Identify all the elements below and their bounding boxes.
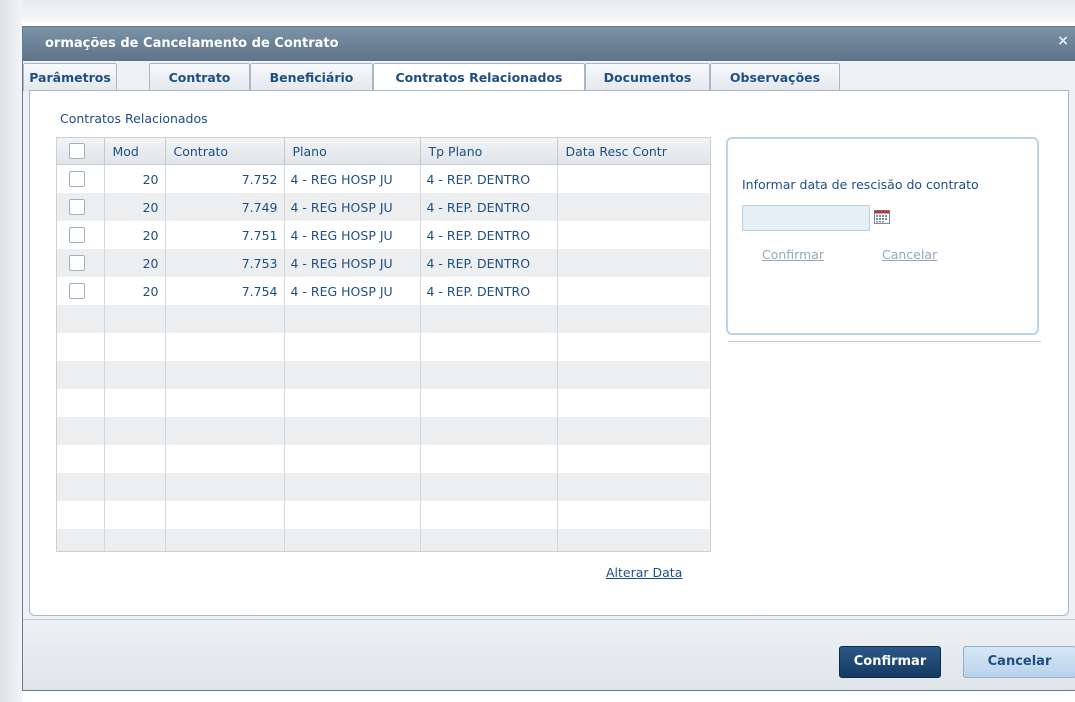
close-icon[interactable]: × xyxy=(1057,33,1069,49)
alterar-data-link[interactable]: Alterar Data xyxy=(606,565,682,580)
rescisao-confirm-link[interactable]: Confirmar xyxy=(762,247,824,262)
cell-mod: 20 xyxy=(104,164,166,193)
cell-tp-plano: 4 - REP. DENTRO xyxy=(420,221,558,249)
cell-mod: 20 xyxy=(104,193,166,221)
cancel-button[interactable]: Cancelar xyxy=(963,646,1075,678)
empty-row xyxy=(57,529,710,551)
cell-contrato: 7.751 xyxy=(165,221,285,249)
background-top xyxy=(0,0,1075,22)
cell-plano: 4 - REG HOSP JU xyxy=(284,164,421,193)
column-header-mod[interactable]: Mod xyxy=(104,138,166,165)
window-title: ormações de Cancelamento de Contrato xyxy=(45,36,339,51)
cell-tp-plano: 4 - REP. DENTRO xyxy=(420,277,558,305)
section-title: Contratos Relacionados xyxy=(60,111,208,126)
confirm-button[interactable]: Confirmar xyxy=(839,646,941,678)
cell-mod: 20 xyxy=(104,249,166,277)
cell-mod: 20 xyxy=(104,277,166,305)
cell-data-resc xyxy=(557,277,710,305)
tab-documentos[interactable]: Documentos xyxy=(585,63,710,91)
dialog-window: ormações de Cancelamento de Contrato × P… xyxy=(22,26,1075,691)
empty-row xyxy=(57,501,710,529)
rescisao-date-input[interactable] xyxy=(742,205,870,231)
cell-plano: 4 - REG HOSP JU xyxy=(284,221,421,249)
cell-plano: 4 - REG HOSP JU xyxy=(284,249,421,277)
column-header-data-resc[interactable]: Data Resc Contr xyxy=(557,138,710,165)
table-row[interactable]: 20 7.753 4 - REG HOSP JU 4 - REP. DENTRO xyxy=(57,249,710,277)
screen: ormações de Cancelamento de Contrato × P… xyxy=(0,0,1075,702)
cell-plano: 4 - REG HOSP JU xyxy=(284,193,421,221)
cell-tp-plano: 4 - REP. DENTRO xyxy=(420,164,558,193)
tab-parametros[interactable]: Parâmetros xyxy=(23,63,117,91)
cell-data-resc xyxy=(557,221,710,249)
cell-contrato: 7.753 xyxy=(165,249,285,277)
empty-row xyxy=(57,389,710,417)
cell-tp-plano: 4 - REP. DENTRO xyxy=(420,249,558,277)
tab-contrato[interactable]: Contrato xyxy=(149,63,250,91)
empty-row xyxy=(57,305,710,333)
cell-data-resc xyxy=(557,249,710,277)
column-header-tp-plano[interactable]: Tp Plano xyxy=(420,138,558,165)
contracts-grid: Mod Contrato Plano Tp Plano Data Resc Co… xyxy=(56,137,711,552)
row-checkbox[interactable] xyxy=(69,255,85,272)
divider xyxy=(728,341,1041,342)
row-checkbox[interactable] xyxy=(69,199,85,216)
empty-row xyxy=(57,417,710,445)
tab-panel: Contratos Relacionados Mod Contrato Plan… xyxy=(29,90,1069,616)
cell-contrato: 7.754 xyxy=(165,277,285,305)
table-row[interactable]: 20 7.752 4 - REG HOSP JU 4 - REP. DENTRO xyxy=(57,164,710,193)
cell-plano: 4 - REG HOSP JU xyxy=(284,277,421,305)
empty-row xyxy=(57,445,710,473)
cell-data-resc xyxy=(557,164,710,193)
cell-contrato: 7.749 xyxy=(165,193,285,221)
cell-mod: 20 xyxy=(104,221,166,249)
empty-row xyxy=(57,361,710,389)
tab-contratos-relacionados[interactable]: Contratos Relacionados xyxy=(373,63,585,93)
column-header-plano[interactable]: Plano xyxy=(284,138,421,165)
header-row: Mod Contrato Plano Tp Plano Data Resc Co… xyxy=(57,138,710,165)
row-checkbox[interactable] xyxy=(69,227,85,244)
column-header-contrato[interactable]: Contrato xyxy=(165,138,285,165)
rescisao-label: Informar data de rescisão do contrato xyxy=(742,177,979,192)
rescisao-panel: Informar data de rescisão do contrato Co… xyxy=(726,137,1039,335)
cell-contrato: 7.752 xyxy=(165,164,285,193)
table-row[interactable]: 20 7.751 4 - REG HOSP JU 4 - REP. DENTRO xyxy=(57,221,710,249)
row-checkbox[interactable] xyxy=(69,171,85,188)
tab-beneficiario[interactable]: Beneficiário xyxy=(250,63,373,91)
contracts-table: Mod Contrato Plano Tp Plano Data Resc Co… xyxy=(57,138,710,551)
background-left xyxy=(0,0,22,702)
cell-data-resc xyxy=(557,193,710,221)
empty-row xyxy=(57,333,710,361)
table-row[interactable]: 20 7.754 4 - REG HOSP JU 4 - REP. DENTRO xyxy=(57,277,710,305)
tab-observacoes[interactable]: Observações xyxy=(710,63,840,91)
select-all-header xyxy=(57,138,105,165)
title-bar: ormações de Cancelamento de Contrato × xyxy=(23,27,1075,61)
cell-tp-plano: 4 - REP. DENTRO xyxy=(420,193,558,221)
select-all-checkbox[interactable] xyxy=(69,143,85,160)
footer-bar: Confirmar Cancelar xyxy=(23,619,1075,690)
calendar-icon[interactable] xyxy=(874,210,890,224)
table-row[interactable]: 20 7.749 4 - REG HOSP JU 4 - REP. DENTRO xyxy=(57,193,710,221)
empty-row xyxy=(57,473,710,501)
row-checkbox[interactable] xyxy=(69,283,85,300)
rescisao-cancel-link[interactable]: Cancelar xyxy=(882,247,937,262)
